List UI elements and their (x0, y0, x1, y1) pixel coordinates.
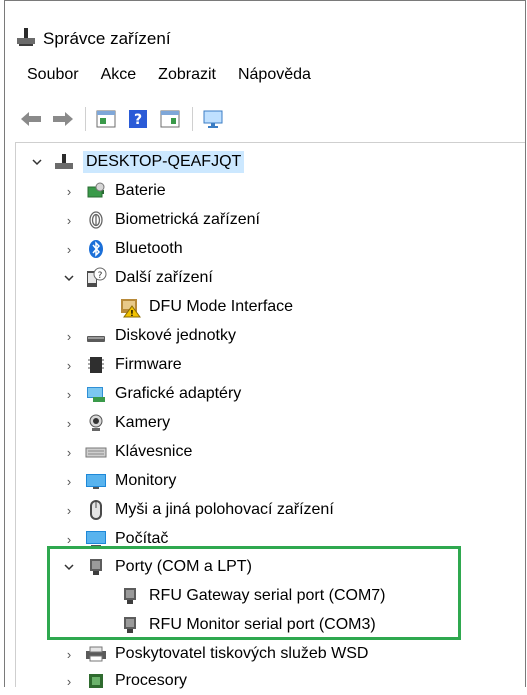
toolbar: ? (19, 104, 233, 134)
tree-item-display-adapters[interactable]: › Grafické adaptéry (61, 380, 241, 408)
svg-text:?: ? (134, 112, 142, 128)
scan-hardware-button[interactable] (201, 107, 225, 131)
arrow-left-icon (21, 112, 41, 126)
tree-item-label: Bluetooth (115, 240, 183, 257)
tree-item-dfu-mode-interface[interactable]: ! DFU Mode Interface (119, 293, 293, 321)
chevron-down-icon[interactable] (29, 154, 45, 170)
disk-drive-icon (85, 325, 107, 347)
tree-item-label: Biometrická zařízení (115, 211, 260, 228)
svg-text:?: ? (98, 271, 103, 281)
tree-item-biometric[interactable]: › Biometrická zařízení (61, 206, 260, 234)
bluetooth-icon (85, 238, 107, 260)
menu-file[interactable]: Soubor (27, 66, 79, 84)
chevron-right-icon[interactable]: › (61, 183, 77, 199)
tree-item-label: Diskové jednotky (115, 327, 236, 344)
toolbar-separator (192, 107, 193, 131)
tree-item-cameras[interactable]: › Kamery (61, 409, 170, 437)
title-bar: Správce zařízení (15, 23, 171, 55)
tree-item-other-devices[interactable]: ? Další zařízení (61, 264, 213, 292)
tree-item-label: Myši a jiná polohovací zařízení (115, 501, 334, 518)
menu-view[interactable]: Zobrazit (158, 66, 216, 84)
tree-item-label: Poskytovatel tiskových služeb WSD (115, 645, 369, 662)
tree-item-label: Firmware (115, 356, 182, 373)
chevron-down-icon[interactable] (61, 270, 77, 286)
device-manager-icon (15, 26, 37, 53)
chevron-right-icon[interactable]: › (61, 444, 77, 460)
chevron-right-icon[interactable]: › (61, 241, 77, 257)
unknown-device-icon: ? (85, 267, 107, 289)
help-button[interactable]: ? (126, 107, 150, 131)
tree-item-wsd-print[interactable]: › Poskytovatel tiskových služeb WSD (61, 640, 369, 668)
firmware-icon (85, 354, 107, 376)
chevron-right-icon[interactable]: › (61, 212, 77, 228)
help-icon: ? (129, 110, 147, 128)
mouse-icon (85, 499, 107, 521)
tree-item-mice[interactable]: › Myši a jiná polohovací zařízení (61, 496, 334, 524)
fingerprint-icon (85, 209, 107, 231)
tree-item-label: Grafické adaptéry (115, 385, 242, 402)
chevron-right-icon[interactable]: › (61, 357, 77, 373)
back-button[interactable] (19, 107, 43, 131)
computer-icon (53, 151, 75, 173)
tree-item-monitors[interactable]: › Monitory (61, 467, 176, 495)
tree-item-label: Monitory (115, 472, 177, 489)
tree-item-baterie[interactable]: › Baterie (61, 177, 166, 205)
chevron-right-icon[interactable]: › (61, 473, 77, 489)
show-hide-tree-button[interactable] (94, 107, 118, 131)
highlight-box (47, 546, 461, 640)
tree-root-label: DESKTOP-QEAFJQT (83, 151, 245, 173)
battery-icon (85, 180, 107, 202)
tree-root[interactable]: DESKTOP-QEAFJQT (29, 148, 245, 176)
printer-icon (85, 643, 107, 665)
properties-icon (160, 110, 180, 128)
chevron-right-icon[interactable]: › (61, 646, 77, 662)
tree-item-label: Baterie (115, 182, 166, 199)
menu-help[interactable]: Nápověda (238, 66, 311, 84)
arrow-right-icon (53, 112, 73, 126)
chevron-right-icon[interactable]: › (61, 415, 77, 431)
console-tree-icon (96, 110, 116, 128)
tree-item-keyboards[interactable]: › Klávesnice (61, 438, 193, 466)
svg-text:!: ! (130, 309, 134, 318)
chevron-right-icon[interactable]: › (61, 328, 77, 344)
display-adapter-icon (85, 383, 107, 405)
forward-button[interactable] (51, 107, 75, 131)
properties-button[interactable] (158, 107, 182, 131)
device-manager-window: Správce zařízení Soubor Akce Zobrazit Ná… (4, 0, 526, 689)
warning-device-icon: ! (119, 296, 141, 318)
tree-item-label: Klávesnice (115, 443, 193, 460)
chevron-right-icon[interactable]: › (61, 531, 77, 547)
tree-item-firmware[interactable]: › Firmware (61, 351, 182, 379)
tree-item-label: Kamery (115, 414, 171, 431)
menu-bar: Soubor Akce Zobrazit Nápověda (27, 66, 333, 84)
chevron-right-icon[interactable]: › (61, 386, 77, 402)
keyboard-icon (85, 441, 107, 463)
tree-item-label: Procesory (115, 672, 188, 689)
camera-icon (85, 412, 107, 434)
tree-item-disk-drives[interactable]: › Diskové jednotky (61, 322, 236, 350)
menu-action[interactable]: Akce (101, 66, 137, 84)
tree-item-label: Další zařízení (115, 269, 213, 286)
monitor-icon (85, 470, 107, 492)
window-title: Správce zařízení (43, 29, 171, 48)
monitor-scan-icon (203, 110, 223, 128)
chevron-right-icon[interactable]: › (61, 502, 77, 518)
processor-icon (85, 670, 107, 692)
tree-item-label: DFU Mode Interface (149, 298, 294, 315)
tree-item-processors[interactable]: › Procesory (61, 667, 187, 695)
toolbar-separator (85, 107, 86, 131)
tree-item-bluetooth[interactable]: › Bluetooth (61, 235, 183, 263)
